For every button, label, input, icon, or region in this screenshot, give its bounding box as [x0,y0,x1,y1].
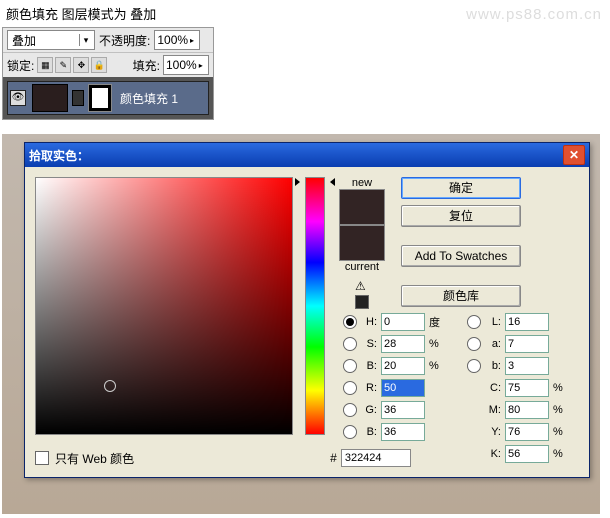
hash-label: # [330,451,337,465]
layer-row[interactable]: 👁 颜色填充 1 [7,81,209,115]
l-radio[interactable] [467,315,481,329]
C-unit: % [553,382,567,394]
lock-paint-icon[interactable]: ✎ [55,57,71,73]
mask-thumbnail[interactable] [88,84,112,112]
h-input[interactable] [381,313,425,331]
chevron-right-icon: ▸ [199,61,203,70]
h-label: H: [361,316,377,328]
saturation-value-field[interactable] [35,177,293,435]
blend-mode-value: 叠加 [12,32,36,49]
lock-label: 锁定: [7,57,34,74]
b-label: B: [361,426,377,438]
s-label: S: [361,338,377,350]
background-image: 拾取实色： ✕ new current ⚠ 确定 复位 [2,134,600,514]
sv-cursor [104,380,116,392]
lock-transparency-icon[interactable]: ▦ [37,57,53,73]
br-label: B: [361,360,377,372]
opacity-value: 100% [157,33,188,47]
Y-input[interactable] [505,423,549,441]
br-unit: % [429,360,443,372]
color-lib-button[interactable]: 颜色库 [401,285,521,307]
h-radio[interactable] [343,315,357,329]
r-input[interactable] [381,379,425,397]
M-unit: % [553,404,567,416]
close-button[interactable]: ✕ [563,145,585,165]
new-color-swatch[interactable] [339,189,385,225]
hue-slider[interactable] [305,177,325,435]
opacity-input[interactable]: 100%▸ [154,30,200,50]
add-swatches-button[interactable]: Add To Swatches [401,245,521,267]
K-input[interactable] [505,445,549,463]
chevron-right-icon: ▸ [190,36,194,45]
fill-value: 100% [166,58,197,72]
layer-thumbnail[interactable] [32,84,68,112]
web-only-checkbox[interactable] [35,451,49,465]
link-icon[interactable] [72,90,84,106]
a-radio[interactable] [467,337,481,351]
opacity-label: 不透明度: [99,32,150,49]
g-radio[interactable] [343,403,357,417]
K-label: K: [485,448,501,460]
visibility-icon[interactable]: 👁 [10,90,26,106]
b2-input[interactable] [505,357,549,375]
b-input[interactable] [381,423,425,441]
K-unit: % [553,448,567,460]
Y-label: Y: [485,426,501,438]
reset-button[interactable]: 复位 [401,205,521,227]
b2-radio[interactable] [467,359,481,373]
gamut-swatch[interactable] [355,295,369,309]
layer-name: 颜色填充 1 [120,90,178,107]
C-label: C: [485,382,501,394]
a-label: a: [485,338,501,350]
dialog-title: 拾取实色： [29,147,89,164]
s-unit: % [429,338,443,350]
r-radio[interactable] [343,381,357,395]
new-label: new [352,177,372,189]
L-input[interactable] [505,313,549,331]
gamut-warning-icon[interactable]: ⚠ [355,279,369,293]
layers-panel: 叠加 ▾ 不透明度: 100%▸ 锁定: ▦ ✎ ✥ 🔒 填充: 100%▸ 👁… [2,27,214,120]
color-picker-dialog: 拾取实色： ✕ new current ⚠ 确定 复位 [24,142,590,478]
s-radio[interactable] [343,337,357,351]
M-input[interactable] [505,401,549,419]
watermark: www.ps88.com.cn [466,6,602,23]
g-input[interactable] [381,401,425,419]
L-label: L: [485,316,501,328]
current-label: current [345,261,379,273]
Y-unit: % [553,426,567,438]
ok-button[interactable]: 确定 [401,177,521,199]
a-input[interactable] [505,335,549,353]
lock-all-icon[interactable]: 🔒 [91,57,107,73]
s-input[interactable] [381,335,425,353]
blend-mode-dropdown[interactable]: 叠加 ▾ [7,30,95,50]
lock-icons: ▦ ✎ ✥ 🔒 [37,57,107,73]
lock-move-icon[interactable]: ✥ [73,57,89,73]
web-only-label: 只有 Web 颜色 [55,450,134,467]
C-input[interactable] [505,379,549,397]
br-input[interactable] [381,357,425,375]
fill-label: 填充: [133,57,160,74]
b2-label: b: [485,360,501,372]
M-label: M: [485,404,501,416]
b-radio[interactable] [343,425,357,439]
fill-input[interactable]: 100%▸ [163,55,209,75]
br-radio[interactable] [343,359,357,373]
chevron-down-icon: ▾ [79,34,92,46]
h-unit: 度 [429,314,443,330]
g-label: G: [361,404,377,416]
current-color-swatch[interactable] [339,225,385,261]
titlebar[interactable]: 拾取实色： ✕ [25,143,589,167]
r-label: R: [361,382,377,394]
